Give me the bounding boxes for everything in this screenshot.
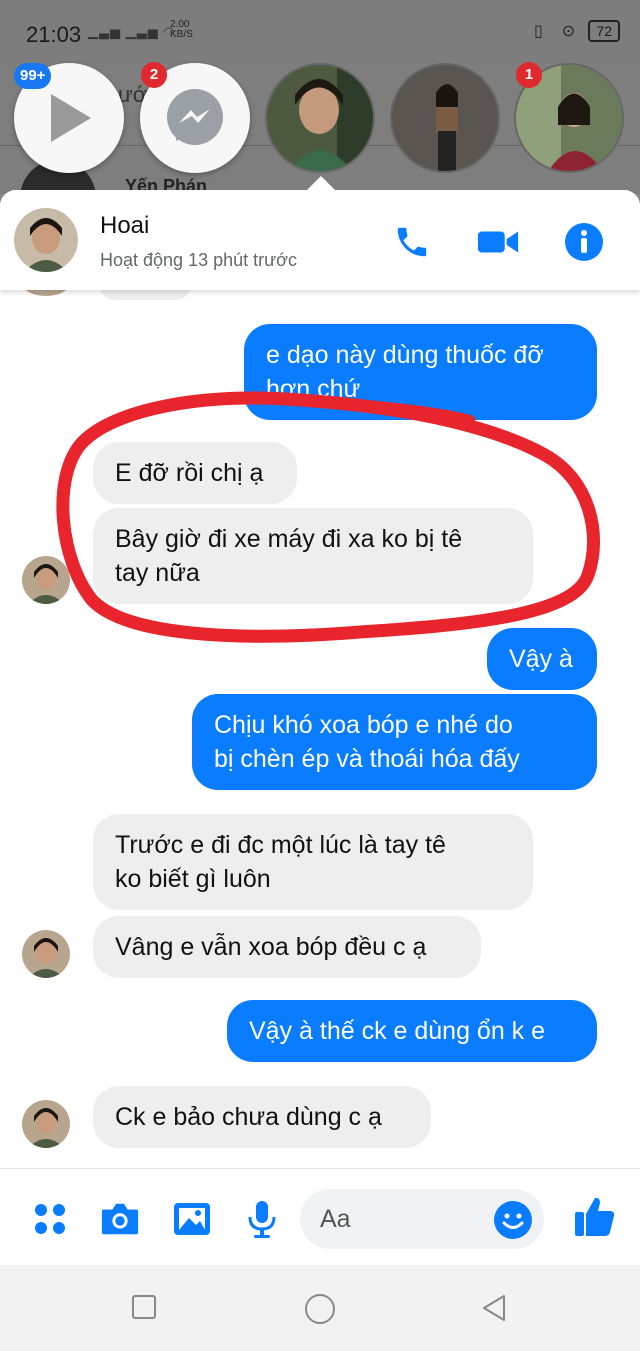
contact-avatar[interactable] — [14, 208, 78, 272]
message-bubble[interactable]: Ck e bảo chưa dùng c ạ — [93, 1086, 431, 1148]
sender-avatar[interactable] — [22, 930, 70, 978]
back-button[interactable] — [480, 1293, 512, 1325]
message-input[interactable]: Aa — [300, 1189, 544, 1249]
message-bubble[interactable]: Trước e đi đc một lúc là tay tê ko biết … — [93, 814, 533, 910]
message-bubble[interactable]: Vậy à — [487, 628, 597, 690]
play-icon — [51, 94, 91, 142]
gallery-button[interactable] — [172, 1199, 212, 1239]
message-bubble[interactable]: e dạo này dùng thuốc đỡ hơn chứ — [244, 324, 597, 420]
message-bubble[interactable]: Chịu khó xoa bóp e nhé do bị chèn ép và … — [192, 694, 597, 790]
circle-icon — [305, 1294, 335, 1324]
contact-photo-2 — [392, 65, 498, 171]
chat-panel: Hoai Hoạt động 13 phút trước e dạo này d… — [0, 190, 640, 1265]
sender-photo — [22, 556, 70, 604]
chat-panel-pointer — [307, 176, 335, 190]
video-head-badge: 99+ — [14, 63, 52, 89]
video-camera-icon — [477, 231, 519, 253]
camera-button[interactable] — [100, 1199, 140, 1239]
contact-status: Hoạt động 13 phút trước — [100, 250, 297, 270]
like-button[interactable] — [570, 1191, 620, 1241]
messenger-head-badge: 2 — [141, 62, 167, 88]
message-bubble[interactable]: Vậy à thế ck e dùng ổn k e — [227, 1000, 597, 1062]
status-time: 21:03 — [26, 22, 82, 47]
thumbs-up-icon — [575, 1197, 615, 1236]
image-icon — [174, 1203, 210, 1235]
grid-dots-icon — [35, 1204, 65, 1234]
message-list[interactable]: e dạo này dùng thuốc đỡ hơn chứ E đỡ rồi… — [0, 270, 640, 1265]
sender-photo — [22, 1100, 70, 1148]
voice-call-button[interactable] — [390, 220, 434, 264]
status-bar: 21:03 ▁▃▅ ▁▃▅ ◠ 2.00 KB/S ▯ ⊙ 72 — [0, 0, 640, 64]
message-bubble[interactable]: Vâng e vẫn xoa bóp đều c ạ — [93, 916, 481, 978]
recents-button[interactable] — [130, 1293, 162, 1325]
voice-record-button[interactable] — [242, 1199, 282, 1239]
status-right: ▯ ⊙ 72 — [528, 20, 620, 42]
network-speed: 2.00 KB/S — [170, 19, 193, 40]
lock-rotation-icon: ⊙ — [561, 23, 576, 40]
sender-avatar[interactable] — [22, 556, 70, 604]
home-button[interactable] — [304, 1293, 336, 1325]
emoji-button[interactable] — [494, 1201, 532, 1239]
contact-head-3-badge: 1 — [516, 62, 542, 88]
message-input-placeholder: Aa — [320, 1205, 351, 1233]
microphone-icon — [248, 1201, 276, 1238]
smiley-icon — [502, 1213, 524, 1229]
messenger-icon — [167, 89, 223, 145]
contact-photo-1 — [267, 65, 373, 171]
message-bubble[interactable]: Bây giờ đi xe máy đi xa ko bị tê tay nữa — [93, 508, 533, 604]
phone-icon — [397, 227, 427, 257]
vibrate-icon: ▯ — [534, 23, 543, 40]
square-icon — [132, 1295, 156, 1319]
camera-icon — [101, 1203, 139, 1235]
sender-photo — [22, 930, 70, 978]
system-nav-bar — [0, 1265, 640, 1351]
message-composer: Aa — [0, 1168, 640, 1265]
contact-chat-head-2[interactable] — [390, 63, 500, 173]
back-triangle-icon — [483, 1295, 505, 1321]
info-button[interactable] — [562, 220, 606, 264]
chat-header: Hoai Hoạt động 13 phút trước — [0, 190, 640, 290]
info-icon — [565, 223, 603, 261]
contact-name: Hoai — [100, 212, 150, 239]
message-bubble[interactable]: E đỡ rồi chị ạ — [93, 442, 297, 504]
video-call-button[interactable] — [476, 220, 520, 264]
contact-chat-head-1[interactable] — [265, 63, 375, 173]
more-actions-button[interactable] — [30, 1199, 70, 1239]
avatar-photo — [14, 208, 78, 272]
sender-avatar[interactable] — [22, 1100, 70, 1148]
signal-icon: ▁▃▅ ▁▃▅ ◠ — [88, 24, 176, 39]
battery-indicator: 72 — [588, 20, 620, 42]
